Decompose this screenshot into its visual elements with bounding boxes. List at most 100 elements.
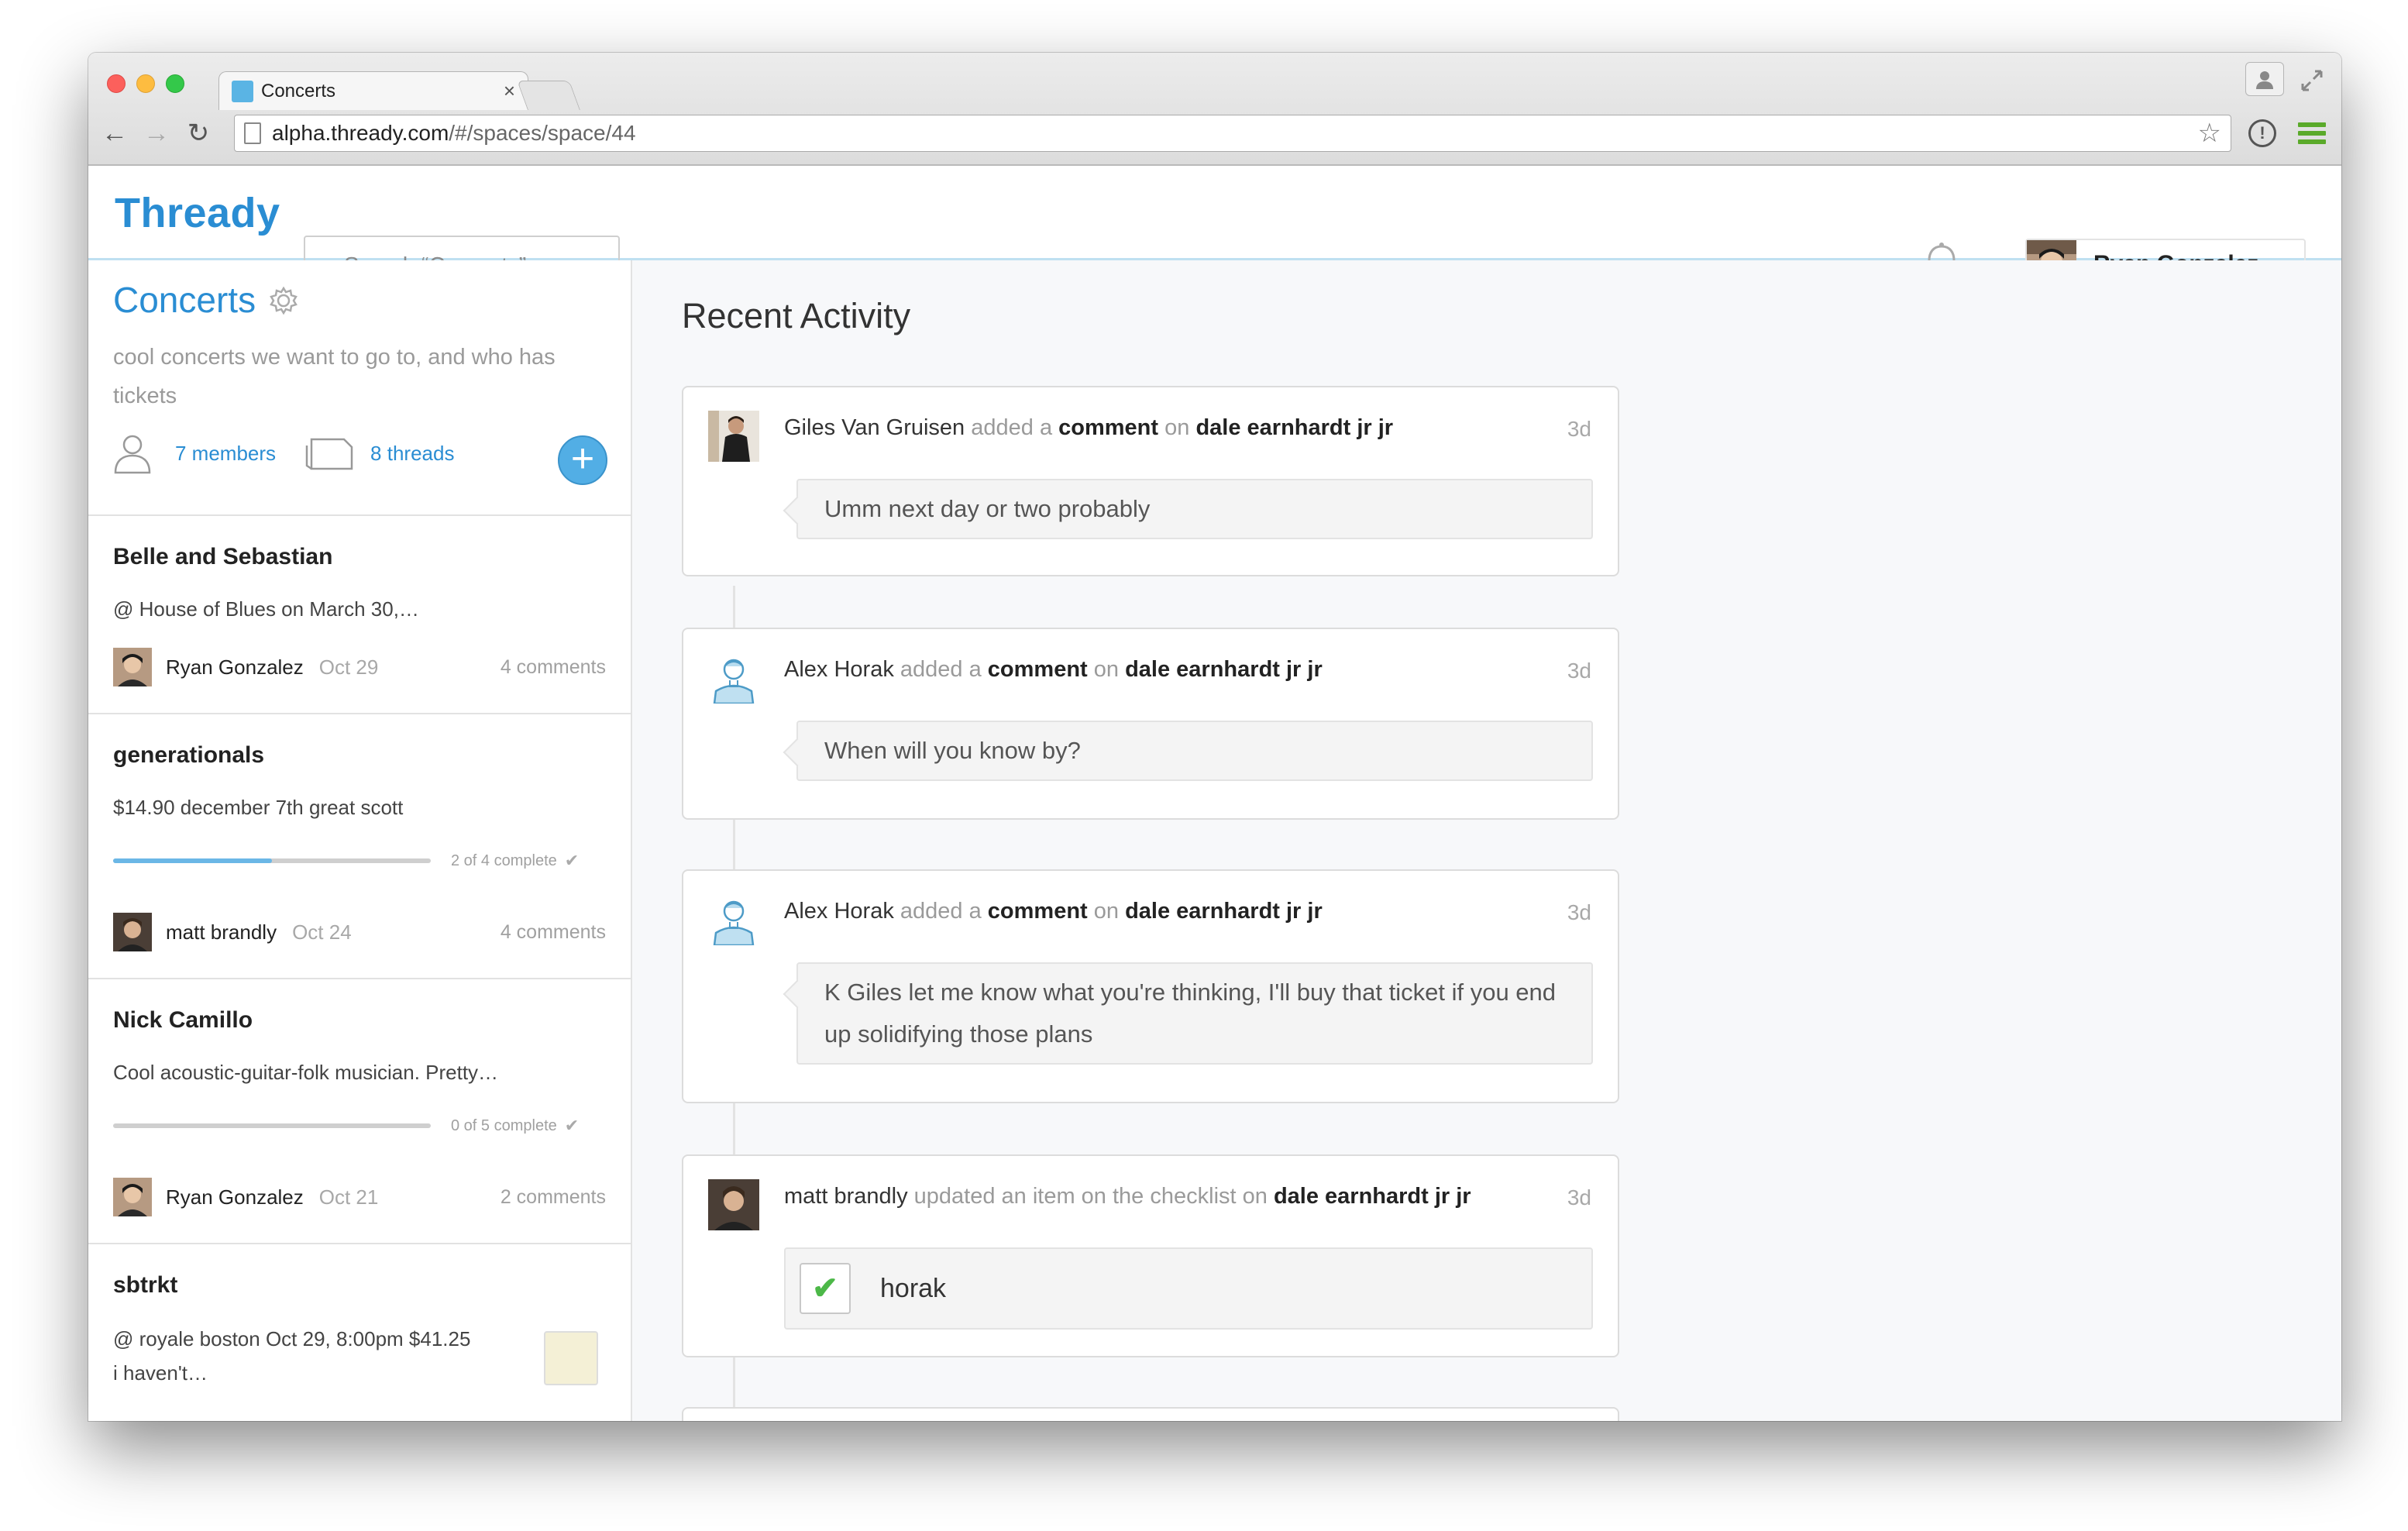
url-host: alpha.thready.com: [272, 121, 449, 145]
thread-author: Ryan Gonzalez: [166, 1185, 304, 1209]
actor-name[interactable]: Alex Horak: [784, 657, 894, 682]
checklist-item: ✔ horak: [784, 1247, 1593, 1330]
extension-info-icon[interactable]: !: [2248, 119, 2276, 147]
progress-track: [113, 858, 431, 863]
activity-target-link[interactable]: dale earnhardt jr jr: [1274, 1184, 1471, 1209]
activity-object: comment: [1058, 415, 1159, 440]
space-title[interactable]: Concerts: [113, 279, 256, 321]
reload-button[interactable]: ↻: [181, 116, 215, 150]
thread-comments: 4 comments: [500, 655, 606, 678]
activity-card: matt brandly updated an item on the chec…: [682, 1154, 1619, 1357]
thread-date: Oct 29: [318, 655, 379, 679]
space-header: Concerts cool concerts we want to go to,…: [88, 260, 631, 516]
thread-snippet: Cool acoustic-guitar-folk musician. Pret…: [113, 1061, 499, 1084]
thread-author: Ryan Gonzalez: [166, 655, 304, 679]
actor-avatar: [708, 652, 759, 704]
members-link[interactable]: 7 members: [175, 442, 276, 466]
thread-title[interactable]: Belle and Sebastian: [113, 544, 606, 570]
actor-name[interactable]: Giles Van Gruisen: [784, 415, 965, 440]
activity-header: matt brandly updated an item on the chec…: [784, 1184, 1587, 1209]
thread-comments: 2 comments: [500, 1185, 606, 1208]
checklist-progress: 0 of 5 complete ✔: [113, 1116, 606, 1136]
thread-item[interactable]: Belle and Sebastian @ House of Blues on …: [88, 516, 631, 714]
activity-action: added a: [900, 899, 982, 924]
activity-target-link[interactable]: dale earnhardt jr jr: [1125, 657, 1323, 682]
comment-bubble: When will you know by?: [796, 721, 1593, 781]
checklist-progress: 2 of 4 complete ✔: [113, 851, 606, 871]
activity-action: updated an item on the checklist on: [913, 1184, 1268, 1209]
forward-button[interactable]: →: [139, 116, 174, 150]
chrome-menu-icon[interactable]: [2298, 122, 2326, 148]
author-avatar: [113, 1178, 152, 1216]
space-stats: 7 members 8 threads: [113, 432, 482, 474]
activity-time: 3d: [1567, 900, 1591, 924]
tab-close-icon[interactable]: ×: [504, 79, 515, 103]
tab-title: Concerts: [261, 80, 336, 101]
gear-icon[interactable]: [268, 285, 299, 316]
thread-meta: Ryan Gonzalez Oct 29 4 comments: [113, 648, 606, 713]
threads-link[interactable]: 8 threads: [370, 442, 454, 466]
threads-icon: [305, 438, 353, 470]
thread-item[interactable]: generationals $14.90 december 7th great …: [88, 714, 631, 979]
activity-preposition: on: [1093, 899, 1120, 924]
bookmark-star-icon[interactable]: ☆: [2198, 118, 2221, 149]
address-bar[interactable]: alpha.thready.com/#/spaces/space/44 ☆: [234, 115, 2231, 152]
url-text[interactable]: alpha.thready.com/#/spaces/space/44: [272, 121, 2198, 146]
progress-track: [113, 1123, 431, 1128]
thread-title[interactable]: Nick Camillo: [113, 1007, 606, 1034]
checkmark-icon: ✔: [564, 851, 580, 870]
activity-card: [682, 1407, 1619, 1421]
activity-time: 3d: [1567, 659, 1591, 683]
thread-item[interactable]: Nick Camillo Cool acoustic-guitar-folk m…: [88, 979, 631, 1244]
window-controls: [107, 74, 184, 93]
activity-object: comment: [987, 657, 1088, 682]
favicon-icon: [232, 80, 253, 102]
back-button[interactable]: ←: [98, 116, 132, 150]
activity-feed: Recent Activity Giles Van Gruisen added …: [632, 260, 2341, 1421]
thread-date: Oct 24: [292, 920, 352, 944]
browser-tab[interactable]: Concerts ×: [218, 71, 528, 110]
thread-date: Oct 21: [318, 1185, 379, 1209]
progress-label: 0 of 5 complete: [451, 1116, 557, 1134]
activity-header: Alex Horak added a comment on dale earnh…: [784, 899, 1587, 924]
activity-action: added a: [971, 415, 1053, 440]
profile-button[interactable]: [2245, 62, 2284, 96]
thread-author: matt brandly: [166, 920, 277, 944]
author-avatar: [113, 913, 152, 951]
activity-header: Giles Van Gruisen added a comment on dal…: [784, 415, 1587, 441]
activity-card: Alex Horak added a comment on dale earnh…: [682, 628, 1619, 820]
close-window-button[interactable]: [107, 74, 126, 93]
app-logo[interactable]: Thready: [115, 189, 280, 237]
add-thread-button[interactable]: +: [558, 435, 607, 485]
thread-item[interactable]: sbtrkt @ royale boston Oct 29, 8:00pm $4…: [88, 1244, 631, 1390]
thread-title[interactable]: sbtrkt: [113, 1272, 606, 1299]
page-icon: [244, 122, 261, 144]
attachment-thumbnail[interactable]: [544, 1331, 598, 1385]
thread-snippet: @ royale boston Oct 29, 8:00pm $41.25 i …: [113, 1327, 471, 1385]
comment-bubble: K Giles let me know what you're thinking…: [796, 962, 1593, 1065]
activity-time: 3d: [1567, 1185, 1591, 1209]
thread-comments: 4 comments: [500, 920, 606, 943]
progress-fill: [113, 858, 272, 863]
activity-preposition: on: [1164, 415, 1190, 440]
checklist-item-label: horak: [880, 1273, 947, 1303]
browser-chrome: Concerts × ← → ↻ alpha.thready.com/#/spa…: [88, 53, 2341, 166]
activity-preposition: on: [1093, 657, 1120, 682]
thread-snippet: $14.90 december 7th great scott: [113, 796, 404, 819]
activity-target-link[interactable]: dale earnhardt jr jr: [1125, 899, 1323, 924]
activity-target-link[interactable]: dale earnhardt jr jr: [1195, 415, 1393, 440]
progress-label: 2 of 4 complete: [451, 852, 557, 869]
actor-name[interactable]: Alex Horak: [784, 899, 894, 924]
actor-avatar: [708, 894, 759, 945]
actor-name[interactable]: matt brandly: [784, 1184, 908, 1209]
new-tab-button[interactable]: [517, 81, 580, 110]
minimize-window-button[interactable]: [136, 74, 155, 93]
zoom-window-button[interactable]: [166, 74, 184, 93]
checkmark-icon: ✔: [564, 1116, 580, 1135]
fullscreen-icon[interactable]: [2296, 65, 2327, 96]
checklist-checkbox[interactable]: ✔: [800, 1263, 851, 1314]
url-path: /#/spaces/space/44: [449, 121, 636, 145]
browser-window: Concerts × ← → ↻ alpha.thready.com/#/spa…: [88, 53, 2341, 1421]
thread-meta: Ryan Gonzalez Oct 21 2 comments: [113, 1178, 606, 1243]
thread-title[interactable]: generationals: [113, 742, 606, 769]
